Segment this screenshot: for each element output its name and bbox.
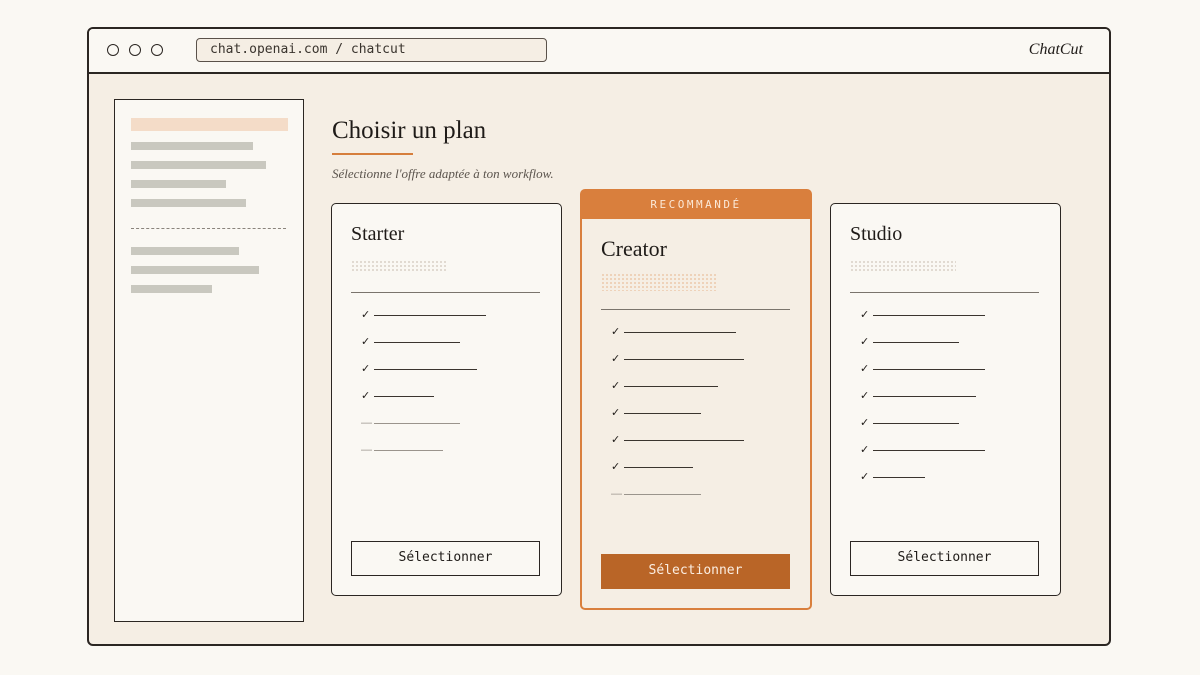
sidebar-item[interactable] — [131, 180, 226, 188]
feature-text-placeholder — [624, 440, 744, 441]
feature-text-placeholder — [624, 332, 736, 333]
page-title: Choisir un plan — [332, 117, 487, 144]
check-icon: ✓ — [361, 309, 371, 321]
window-minimize-button[interactable] — [129, 44, 141, 56]
plan-card-studio: Studio Sélectionner ✓ ✓ ✓ ✓ ✓ ✓ ✓ — [830, 203, 1061, 596]
sidebar — [114, 99, 304, 622]
feature-text-placeholder — [374, 396, 434, 397]
check-icon: ✓ — [860, 363, 870, 375]
feature-text-placeholder — [624, 386, 718, 387]
sidebar-item-active[interactable] — [131, 118, 288, 131]
address-bar[interactable]: chat.openai.com / chatcut — [196, 38, 547, 62]
price-placeholder — [601, 273, 716, 291]
feature-text-placeholder — [374, 315, 486, 316]
feature-text-placeholder — [374, 369, 477, 370]
plan-card-starter: Starter Sélectionner ✓ ✓ ✓ ✓ — — — [331, 203, 562, 596]
page-subtitle: Sélectionne l'offre adaptée à ton workfl… — [332, 166, 554, 181]
check-icon: ✓ — [361, 363, 371, 375]
window-close-button[interactable] — [107, 44, 119, 56]
feature-text-placeholder — [374, 423, 460, 424]
check-icon: ✓ — [611, 353, 621, 365]
browser-titlebar: chat.openai.com / chatcut ChatCut — [89, 29, 1109, 74]
check-icon: ✓ — [361, 390, 371, 402]
feature-text-placeholder — [873, 342, 959, 343]
feature-text-placeholder — [873, 423, 959, 424]
check-icon: ✓ — [860, 417, 870, 429]
check-icon: ✓ — [860, 390, 870, 402]
check-icon: ✓ — [361, 336, 371, 348]
recommended-badge: RECOMMANDÉ — [582, 191, 810, 219]
feature-text-placeholder — [624, 494, 701, 495]
sidebar-item[interactable] — [131, 285, 212, 293]
sidebar-divider — [131, 228, 286, 229]
dash-icon: — — [361, 444, 372, 456]
check-icon: ✓ — [611, 326, 621, 338]
sidebar-item[interactable] — [131, 142, 253, 150]
dash-icon: — — [361, 417, 372, 429]
title-underline — [332, 153, 413, 155]
card-separator — [351, 292, 540, 293]
feature-text-placeholder — [374, 450, 443, 451]
feature-text-placeholder — [624, 413, 701, 414]
price-placeholder — [351, 260, 447, 273]
check-icon: ✓ — [611, 434, 621, 446]
price-placeholder — [850, 260, 956, 273]
feature-text-placeholder — [873, 315, 985, 316]
sidebar-item[interactable] — [131, 199, 246, 207]
feature-text-placeholder — [374, 342, 460, 343]
dash-icon: — — [611, 488, 622, 500]
check-icon: ✓ — [860, 336, 870, 348]
browser-window: chat.openai.com / chatcut ChatCut Choisi… — [87, 27, 1111, 646]
check-icon: ✓ — [860, 444, 870, 456]
sidebar-item[interactable] — [131, 266, 259, 274]
card-separator — [850, 292, 1039, 293]
check-icon: ✓ — [611, 380, 621, 392]
sidebar-item[interactable] — [131, 161, 266, 169]
feature-text-placeholder — [873, 450, 985, 451]
check-icon: ✓ — [611, 407, 621, 419]
window-maximize-button[interactable] — [151, 44, 163, 56]
select-button-studio[interactable]: Sélectionner — [850, 541, 1039, 576]
select-button-creator[interactable]: Sélectionner — [601, 554, 790, 589]
feature-text-placeholder — [624, 467, 693, 468]
check-icon: ✓ — [611, 461, 621, 473]
sidebar-item[interactable] — [131, 247, 239, 255]
plan-name: Creator — [601, 236, 667, 261]
feature-text-placeholder — [624, 359, 744, 360]
card-separator — [601, 309, 790, 310]
feature-text-placeholder — [873, 369, 985, 370]
plan-card-creator: RECOMMANDÉ Creator Sélectionner ✓ ✓ ✓ ✓ ✓ ✓ — — [580, 189, 812, 610]
feature-text-placeholder — [873, 396, 976, 397]
check-icon: ✓ — [860, 471, 870, 483]
plan-name: Starter — [351, 223, 405, 245]
plan-name: Studio — [850, 223, 903, 245]
check-icon: ✓ — [860, 309, 870, 321]
brand-logo: ChatCut — [1028, 41, 1083, 58]
feature-text-placeholder — [873, 477, 925, 478]
select-button-starter[interactable]: Sélectionner — [351, 541, 540, 576]
